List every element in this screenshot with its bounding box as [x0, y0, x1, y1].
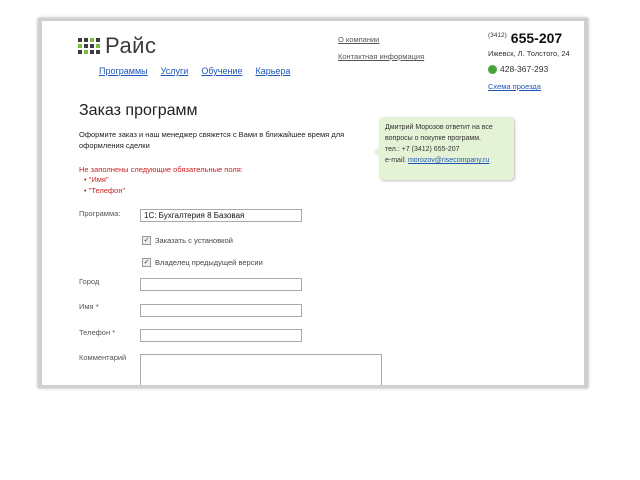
- callout-email-row: e-mail: morozov@risecompany.ru: [385, 155, 508, 166]
- name-field[interactable]: [140, 304, 302, 317]
- callout-email-link[interactable]: morozov@risecompany.ru: [408, 157, 489, 164]
- mobile-phone-icon: [488, 64, 497, 74]
- callout-line: вопросы о покупке программ.: [385, 135, 482, 142]
- page-title: Заказ программ: [79, 102, 198, 119]
- page: Райс Программы Услуги Обучение Карьера О…: [42, 21, 584, 385]
- map-link[interactable]: Схема проезда: [488, 82, 584, 91]
- logo-text: Райс: [105, 33, 157, 58]
- manager-callout: Дмитрий Морозов ответит на все вопросы о…: [374, 117, 514, 180]
- error-item: • "Телефон": [84, 186, 126, 195]
- callout-phone: тел.: +7 (3412) 655-207: [385, 146, 460, 153]
- owner-checkbox-row[interactable]: ✓ Владелец предыдущей версии: [142, 258, 263, 267]
- owner-checkbox[interactable]: ✓: [142, 258, 151, 267]
- intro-text: Оформите заказ и наш менеджер свяжется с…: [79, 130, 345, 150]
- logo-dots-icon: [78, 38, 100, 54]
- nav-item-career[interactable]: Карьера: [255, 66, 290, 76]
- program-label: Программа:: [79, 209, 121, 218]
- program-field[interactable]: 1С: Бухгалтерия 8 Базовая: [140, 209, 302, 222]
- callout-email-label: e-mail:: [385, 157, 407, 164]
- nav-item-training[interactable]: Обучение: [201, 66, 242, 76]
- phone-row: (3412) 655-207: [488, 30, 584, 46]
- top-links: О компании Контактная информация: [338, 35, 424, 69]
- error-heading: Не заполнены следующие обязательные поля…: [79, 165, 243, 174]
- name-label: Имя *: [79, 302, 99, 311]
- city-label: Город: [79, 277, 100, 286]
- phone-label: Телефон *: [79, 328, 116, 337]
- error-item-text: "Телефон": [88, 186, 126, 195]
- screenshot-frame: Райс Программы Услуги Обучение Карьера О…: [38, 18, 588, 388]
- error-item: • "Имя": [84, 175, 109, 184]
- phone-field[interactable]: [140, 329, 302, 342]
- nav-item-services[interactable]: Услуги: [161, 66, 189, 76]
- comment-label: Комментарий: [79, 353, 127, 362]
- address: Ижевск, Л. Толстого, 24: [488, 49, 570, 58]
- contact-block: (3412) 655-207 Ижевск, Л. Толстого, 24 4…: [488, 30, 584, 91]
- error-block: Не заполнены следующие обязательные поля…: [79, 165, 243, 196]
- comment-textarea[interactable]: [140, 354, 382, 385]
- mobile-row: 428-367-293: [488, 64, 584, 74]
- main-nav: Программы Услуги Обучение Карьера: [99, 66, 290, 76]
- error-item-text: "Имя": [88, 175, 109, 184]
- owner-checkbox-label: Владелец предыдущей версии: [155, 258, 263, 267]
- contacts-link[interactable]: Контактная информация: [338, 52, 424, 61]
- about-link[interactable]: О компании: [338, 35, 424, 44]
- install-checkbox[interactable]: ✓: [142, 236, 151, 245]
- mobile-number: 428-367-293: [500, 64, 549, 74]
- phone-code: (3412): [488, 32, 507, 39]
- company-logo[interactable]: Райс: [78, 33, 156, 59]
- callout-line: Дмитрий Морозов ответит на все: [385, 124, 493, 131]
- phone-number: 655-207: [510, 30, 563, 46]
- city-field[interactable]: [140, 278, 302, 291]
- nav-item-programs[interactable]: Программы: [99, 66, 148, 76]
- install-checkbox-label: Заказать с установкой: [155, 236, 233, 245]
- install-checkbox-row[interactable]: ✓ Заказать с установкой: [142, 236, 233, 245]
